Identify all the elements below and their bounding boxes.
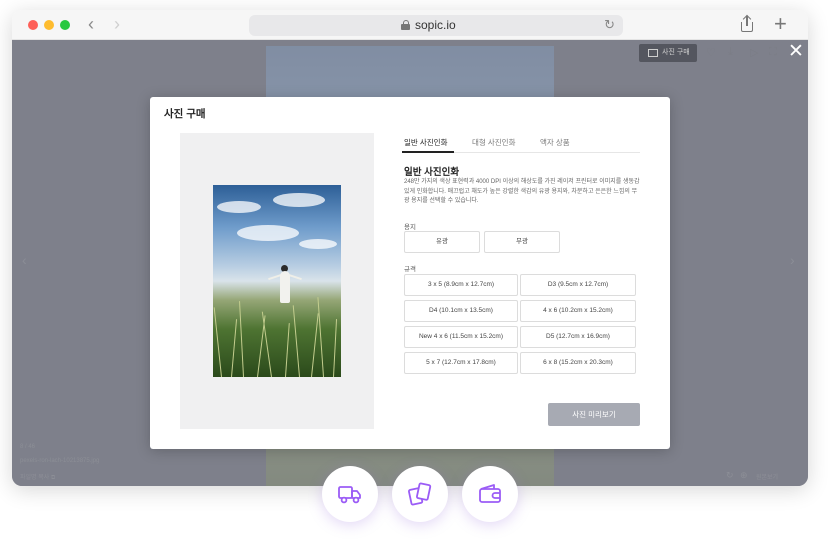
tab-large-print[interactable]: 대형 사진인화 xyxy=(472,137,515,148)
purchase-modal: 사진 구매 일반 사진인화 대형 사진인화 액자 상품 일반 사진인화 248만… xyxy=(150,97,670,449)
size-option[interactable]: D3 (9.5cm x 12.7cm) xyxy=(520,274,636,296)
address-bar[interactable]: sopic.io ↻ xyxy=(249,15,623,36)
close-icon[interactable]: ✕ xyxy=(788,40,804,63)
prev-arrow-icon[interactable]: ‹ xyxy=(22,252,27,268)
active-tab-indicator xyxy=(402,151,454,153)
modal-title: 사진 구매 xyxy=(164,108,206,120)
copy-filename-label: 파일명 복사 xyxy=(20,475,50,481)
paper-label: 용지 xyxy=(404,224,416,231)
zoom-icon[interactable]: ⊕ xyxy=(740,470,748,481)
url-text: sopic.io xyxy=(415,18,456,32)
size-option[interactable]: 6 x 8 (15.2cm x 20.3cm) xyxy=(520,352,636,374)
size-option[interactable]: New 4 x 6 (11.5cm x 15.2cm) xyxy=(404,326,518,348)
section-title: 일반 사진인화 xyxy=(404,167,460,178)
close-window-button[interactable] xyxy=(28,20,38,30)
new-tab-icon[interactable]: + xyxy=(774,11,787,37)
rotate-icon[interactable]: ↻ xyxy=(726,470,734,481)
buy-photo-button[interactable]: 사진 구매 xyxy=(639,44,697,62)
frame-icon xyxy=(648,49,658,57)
next-arrow-icon[interactable]: › xyxy=(790,252,795,268)
fullscreen-icon[interactable]: ⛶ xyxy=(769,46,777,59)
reload-icon[interactable]: ↻ xyxy=(604,17,615,33)
copy-filename-button[interactable]: 파일명 복사 ⧉ xyxy=(20,472,55,482)
tab-frame-product[interactable]: 액자 상품 xyxy=(540,137,570,148)
size-option[interactable]: 4 x 6 (10.2cm x 15.2cm) xyxy=(520,300,636,322)
delivery-feature-button[interactable] xyxy=(322,466,378,522)
payment-feature-button[interactable] xyxy=(462,466,518,522)
view-original-link[interactable]: 원본보기 xyxy=(756,472,778,481)
size-label: 규격 xyxy=(404,266,416,273)
browser-window: ‹ › sopic.io ↻ + 사진 구매 ♡ ⤓ ▷ ⛶ ✕ ‹ › 8 /… xyxy=(12,10,808,486)
heart-icon[interactable]: ♡ xyxy=(706,46,716,59)
preview-photo xyxy=(213,185,341,377)
photo-print-icon xyxy=(408,482,432,506)
section-description: 248만 가지의 색상 표현력과 4000 DPI 이상의 해상도를 가진 레이… xyxy=(404,179,640,204)
paper-option-glossy[interactable]: 유광 xyxy=(404,231,480,253)
minimize-window-button[interactable] xyxy=(44,20,54,30)
download-icon[interactable]: ⤓ xyxy=(728,46,733,59)
maximize-window-button[interactable] xyxy=(60,20,70,30)
photo-counter: 8 / 46 xyxy=(20,444,36,450)
wallet-icon xyxy=(479,484,501,503)
share-icon[interactable] xyxy=(739,14,755,33)
photo-filename: pexels-ron-lach-10213875.jpg xyxy=(20,458,100,464)
photo-preview-button[interactable]: 사진 미리보기 xyxy=(548,403,640,426)
size-option[interactable]: D5 (12.7cm x 16.9cm) xyxy=(520,326,636,348)
forward-icon[interactable]: › xyxy=(114,14,120,35)
print-feature-button[interactable] xyxy=(392,466,448,522)
browser-titlebar: ‹ › sopic.io ↻ + xyxy=(12,10,808,40)
tab-standard-print[interactable]: 일반 사진인화 xyxy=(404,137,447,148)
delivery-truck-icon xyxy=(338,486,361,504)
buy-photo-label: 사진 구매 xyxy=(662,49,690,56)
copy-icon: ⧉ xyxy=(50,475,56,481)
print-preview-area xyxy=(180,133,374,429)
back-icon[interactable]: ‹ xyxy=(88,14,94,35)
lock-icon xyxy=(401,20,410,30)
size-option[interactable]: 5 x 7 (12.7cm x 17.8cm) xyxy=(404,352,518,374)
size-option[interactable]: 3 x 5 (8.9cm x 12.7cm) xyxy=(404,274,518,296)
size-option[interactable]: D4 (10.1cm x 13.5cm) xyxy=(404,300,518,322)
figure-dress xyxy=(280,271,290,303)
photo-viewer: 사진 구매 ♡ ⤓ ▷ ⛶ ✕ ‹ › 8 / 46 pexels-ron-la… xyxy=(12,40,808,486)
paper-option-matte[interactable]: 무광 xyxy=(484,231,560,253)
play-icon[interactable]: ▷ xyxy=(750,46,758,59)
print-type-tabs: 일반 사진인화 대형 사진인화 액자 상품 xyxy=(402,133,640,153)
